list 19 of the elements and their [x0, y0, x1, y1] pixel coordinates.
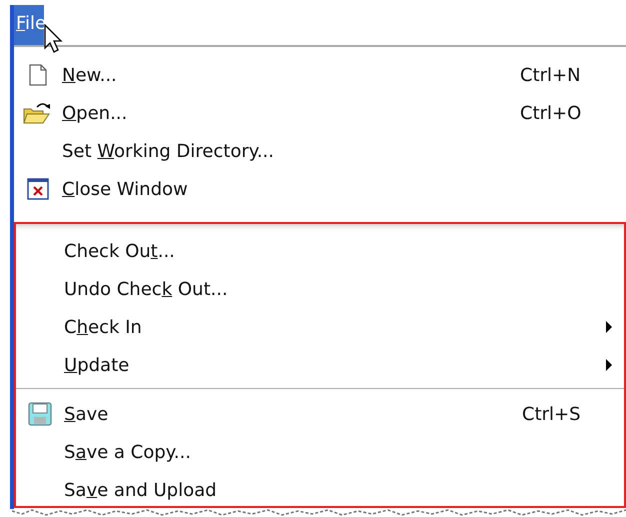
menu-item[interactable]: Check In	[64, 316, 142, 338]
menu-item[interactable]: Set Working Directory...	[62, 140, 274, 162]
shortcut-label: Ctrl+N	[520, 64, 581, 86]
menu-item[interactable]: Update	[64, 354, 130, 376]
menu-item[interactable]: Save and Upload	[64, 480, 217, 500]
menu-item[interactable]: Save a Copy...	[64, 442, 191, 462]
file-menu[interactable]: File	[10, 5, 44, 45]
menu-item[interactable]: Close Window	[62, 178, 188, 200]
shortcut-label: Ctrl+O	[520, 102, 582, 124]
menu-item[interactable]: Save	[64, 404, 108, 424]
menu-item[interactable]: Undo Check Out...	[64, 278, 228, 300]
menu-item[interactable]: Open...	[62, 102, 128, 124]
mouse-cursor-icon	[44, 24, 64, 54]
open-folder-icon	[23, 101, 53, 125]
shortcut-label: Ctrl+S	[522, 404, 581, 424]
close-window-icon	[27, 178, 49, 200]
menu-item[interactable]: New...	[62, 64, 117, 86]
blank-page-icon	[29, 64, 47, 86]
menu-item[interactable]: Check Out...	[64, 240, 175, 262]
